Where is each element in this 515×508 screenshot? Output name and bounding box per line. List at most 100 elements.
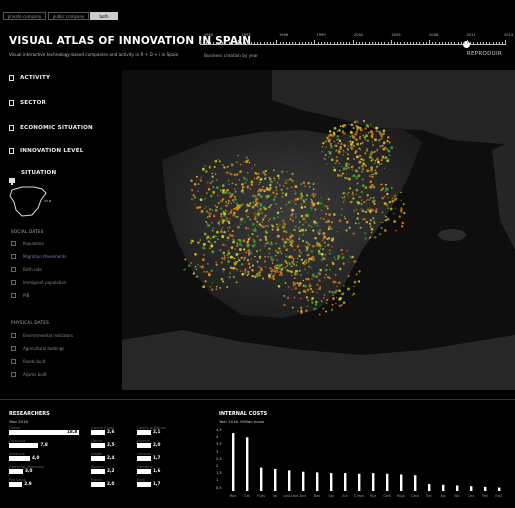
timeline-year-label[interactable]: 1990 <box>204 33 213 37</box>
option-checkbox-icon[interactable] <box>11 266 16 272</box>
company-dot[interactable] <box>348 187 352 190</box>
company-dot[interactable] <box>315 237 317 239</box>
company-dot[interactable] <box>318 279 321 282</box>
company-dot[interactable] <box>228 213 230 215</box>
company-dot[interactable] <box>234 183 238 186</box>
company-dot[interactable] <box>326 243 330 247</box>
company-dot[interactable] <box>299 196 302 199</box>
company-dot[interactable] <box>281 172 284 174</box>
company-dot[interactable] <box>256 220 259 223</box>
company-dot[interactable] <box>299 182 303 186</box>
company-dot[interactable] <box>357 222 360 225</box>
company-dot[interactable] <box>293 228 296 232</box>
company-dot[interactable] <box>203 232 207 236</box>
company-dot[interactable] <box>344 217 347 220</box>
company-dot[interactable] <box>272 191 275 194</box>
company-dot[interactable] <box>354 120 357 122</box>
company-dot[interactable] <box>304 268 307 271</box>
company-dot[interactable] <box>388 154 391 157</box>
company-dot[interactable] <box>374 210 378 213</box>
company-dot[interactable] <box>341 174 344 176</box>
company-dot[interactable] <box>364 237 367 240</box>
company-dot[interactable] <box>352 136 356 140</box>
company-dot[interactable] <box>275 254 277 257</box>
timeline-year-label[interactable]: 2011 <box>467 33 476 37</box>
company-dot[interactable] <box>274 265 277 269</box>
company-dot[interactable] <box>362 134 365 137</box>
company-dot[interactable] <box>296 245 300 248</box>
company-dot[interactable] <box>335 273 337 276</box>
company-dot[interactable] <box>310 206 313 210</box>
company-dot[interactable] <box>197 183 200 186</box>
company-dot[interactable] <box>215 285 218 288</box>
company-dot[interactable] <box>313 307 316 311</box>
company-dot[interactable] <box>285 192 288 195</box>
company-dot[interactable] <box>297 310 299 312</box>
company-dot[interactable] <box>317 250 321 253</box>
option-checkbox-icon[interactable] <box>11 345 16 351</box>
company-dot[interactable] <box>288 238 291 242</box>
company-dot[interactable] <box>319 232 321 235</box>
company-dot[interactable] <box>379 145 382 148</box>
company-dot[interactable] <box>338 297 342 301</box>
company-dot[interactable] <box>261 221 264 223</box>
company-dot[interactable] <box>323 276 326 279</box>
company-dot[interactable] <box>246 186 249 189</box>
company-dot[interactable] <box>305 221 307 223</box>
company-dot[interactable] <box>211 250 215 254</box>
company-dot[interactable] <box>332 262 335 266</box>
company-dot[interactable] <box>287 179 289 181</box>
company-dot[interactable] <box>374 138 377 142</box>
company-dot[interactable] <box>225 217 228 220</box>
company-dot[interactable] <box>238 171 241 173</box>
company-dot[interactable] <box>264 207 267 211</box>
company-dot[interactable] <box>359 129 362 132</box>
company-dot[interactable] <box>249 203 251 205</box>
company-dot[interactable] <box>324 154 327 156</box>
company-dot[interactable] <box>374 169 377 172</box>
company-dot[interactable] <box>298 283 301 285</box>
company-dot[interactable] <box>293 296 296 299</box>
company-dot[interactable] <box>266 186 269 190</box>
company-dot[interactable] <box>336 257 340 260</box>
company-dot[interactable] <box>314 303 318 306</box>
company-dot[interactable] <box>347 275 350 278</box>
company-dot[interactable] <box>300 311 303 313</box>
company-dot[interactable] <box>352 191 354 193</box>
company-dot[interactable] <box>381 183 383 186</box>
category-activity[interactable]: ACTIVITY <box>9 73 50 83</box>
company-dot[interactable] <box>225 210 228 213</box>
company-dot[interactable] <box>210 269 213 272</box>
toggle-both[interactable]: both <box>90 12 118 20</box>
company-dot[interactable] <box>382 141 386 145</box>
timeline-year-label[interactable]: 2008 <box>429 33 438 37</box>
company-dot[interactable] <box>247 159 249 161</box>
company-dot[interactable] <box>307 181 311 185</box>
company-dot[interactable] <box>303 260 306 263</box>
company-dot[interactable] <box>195 179 198 182</box>
company-dot[interactable] <box>350 166 353 168</box>
company-dot[interactable] <box>233 207 236 210</box>
company-dot[interactable] <box>210 244 214 248</box>
company-dot[interactable] <box>274 179 276 182</box>
company-dot[interactable] <box>234 248 236 250</box>
company-dot[interactable] <box>355 124 358 127</box>
company-dot[interactable] <box>317 242 321 246</box>
company-dot[interactable] <box>321 253 325 256</box>
company-dot[interactable] <box>226 239 229 241</box>
company-dot[interactable] <box>310 198 312 201</box>
company-dot[interactable] <box>372 173 374 176</box>
company-dot[interactable] <box>291 306 294 309</box>
company-dot[interactable] <box>325 213 328 215</box>
company-dot[interactable] <box>268 274 271 278</box>
company-dot[interactable] <box>209 212 212 215</box>
company-dot[interactable] <box>261 225 265 229</box>
company-dot[interactable] <box>400 199 402 202</box>
company-dot[interactable] <box>353 280 357 284</box>
company-dot[interactable] <box>304 291 307 294</box>
company-dot[interactable] <box>205 210 209 213</box>
company-dot[interactable] <box>349 255 352 258</box>
company-dot[interactable] <box>208 215 211 218</box>
company-dot[interactable] <box>277 228 280 230</box>
company-dot[interactable] <box>257 212 261 216</box>
